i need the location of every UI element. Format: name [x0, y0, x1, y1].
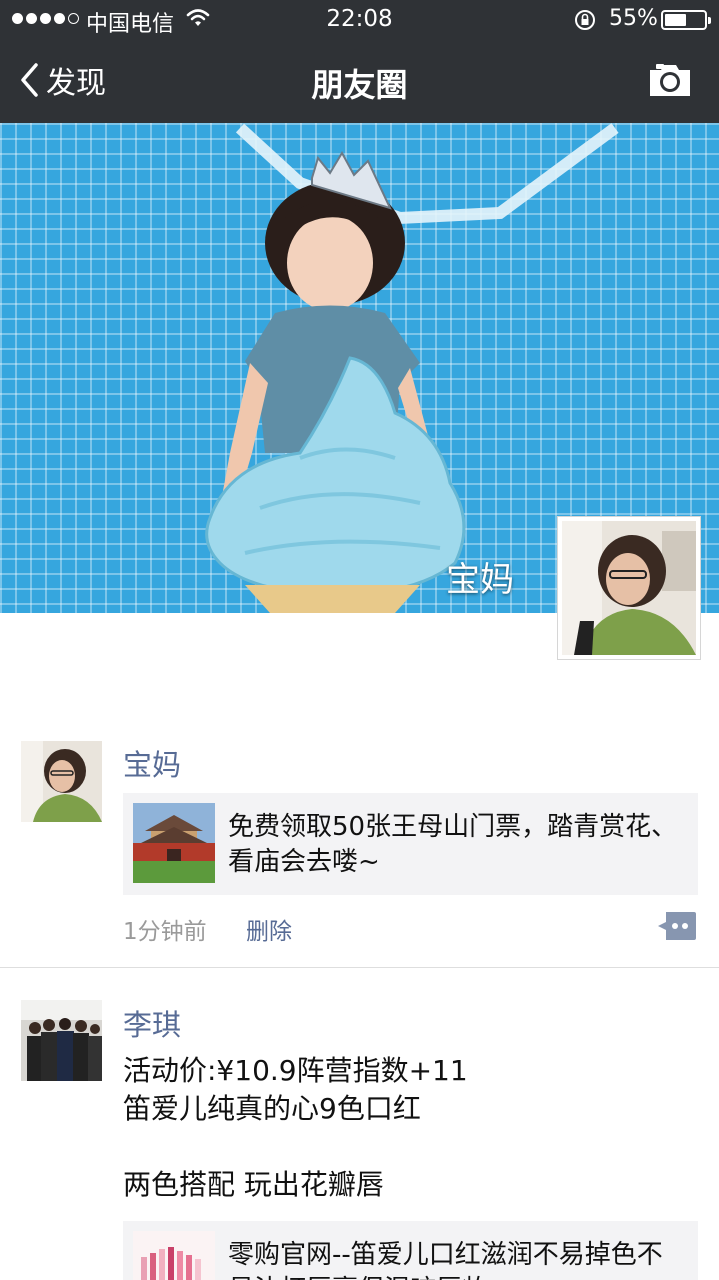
battery-icon: [661, 10, 711, 30]
delete-button[interactable]: 删除: [246, 912, 292, 946]
avatar-photo: [21, 1000, 102, 1081]
cover-owner-name: 宝妈: [446, 560, 514, 600]
post-author-name[interactable]: 宝妈: [123, 742, 181, 784]
shared-link-card[interactable]: 免费领取50张王母山门票，踏青赏花、看庙会去喽~: [123, 793, 698, 895]
nav-bar: 发现 朋友圈: [0, 40, 719, 123]
status-bar: 中国电信 22:08 55%: [0, 0, 719, 40]
top-bar: 中国电信 22:08 55% 发现 朋友圈: [0, 0, 719, 123]
post-timestamp: 1分钟前: [123, 919, 207, 945]
shared-link-thumbnail: [133, 1231, 215, 1280]
post-text-line: [123, 1128, 693, 1166]
avatar-photo: [562, 521, 696, 655]
camera-icon[interactable]: [648, 62, 692, 98]
post-text-line: 笛爱儿纯真的心9色口红: [123, 1092, 421, 1125]
post-author-name[interactable]: 李琪: [123, 1002, 181, 1044]
post-text: 活动价:¥10.9阵营指数+11 笛爱儿纯真的心9色口红 两色搭配 玩出花瓣唇: [123, 1052, 693, 1204]
post-divider: [0, 967, 719, 968]
comment-icon[interactable]: [658, 912, 696, 940]
shared-link-card[interactable]: 零购官网--笛爱儿口红滋润不易掉色不易沾杯唇膏保湿咬唇妆: [123, 1221, 698, 1280]
avatar-photo: [21, 741, 102, 822]
shared-link-title: 零购官网--笛爱儿口红滋润不易掉色不易沾杯唇膏保湿咬唇妆: [228, 1240, 663, 1280]
post-author-avatar[interactable]: [21, 741, 102, 822]
rotation-lock-icon: [575, 10, 595, 30]
post-author-avatar[interactable]: [21, 1000, 102, 1081]
post-text-line: 活动价:¥10.9阵营指数+11: [123, 1054, 468, 1087]
shared-link-title: 免费领取50张王母山门票，踏青赏花、看庙会去喽~: [228, 812, 678, 877]
page-title: 朋友圈: [311, 66, 408, 104]
shared-link-thumbnail: [133, 803, 215, 883]
battery-percent: 55%: [609, 6, 658, 31]
post-text-line: 两色搭配 玩出花瓣唇: [123, 1168, 384, 1201]
owner-avatar[interactable]: [557, 516, 701, 660]
